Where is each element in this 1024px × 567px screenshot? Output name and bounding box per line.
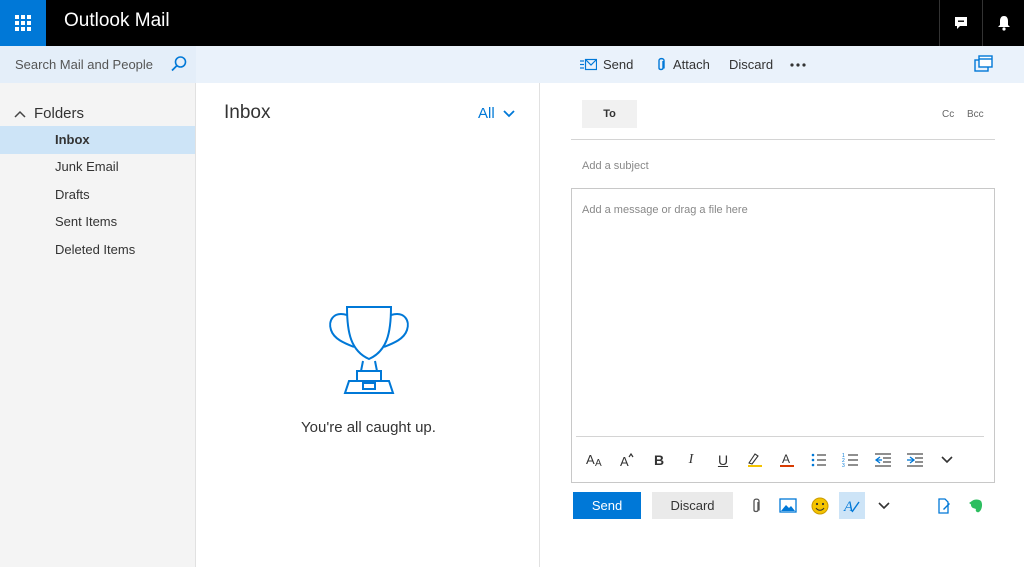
folder-junk-email[interactable]: Junk Email xyxy=(0,153,195,181)
more-formatting-button[interactable] xyxy=(936,449,958,471)
svg-text:A: A xyxy=(595,458,602,468)
bold-icon[interactable]: B xyxy=(648,449,670,471)
bell-icon xyxy=(998,16,1010,31)
evernote-icon xyxy=(969,499,983,512)
app-launcher-icon xyxy=(15,15,31,31)
emoji-icon xyxy=(811,497,829,514)
filter-dropdown[interactable]: All xyxy=(478,105,515,122)
folders-label: Folders xyxy=(34,105,85,122)
discard-command-label: Discard xyxy=(729,57,774,72)
chevron-down-icon xyxy=(503,109,515,117)
divider xyxy=(576,436,984,437)
divider xyxy=(571,139,995,140)
search-box[interactable]: Search Mail and People xyxy=(0,46,196,83)
app-launcher-button[interactable] xyxy=(0,0,46,46)
attach-command[interactable]: Attach xyxy=(655,46,710,83)
popout-icon[interactable] xyxy=(974,55,994,73)
attach-command-label: Attach xyxy=(673,57,710,72)
bcc-button[interactable]: Bcc xyxy=(967,109,984,120)
chat-button[interactable] xyxy=(939,0,982,46)
command-bar: Send Attach Discard xyxy=(196,46,1024,83)
document-edit-icon xyxy=(938,497,950,514)
grow-font-icon[interactable]: A xyxy=(616,449,638,471)
insert-emoji-button[interactable] xyxy=(807,492,833,519)
message-body-container: AA A B I U A 123 xyxy=(571,188,995,483)
more-commands-button[interactable] xyxy=(790,46,812,83)
send-button[interactable]: Send xyxy=(573,492,641,519)
compose-pane: To Cc Bcc AA A B I U A 123 xyxy=(541,83,1024,567)
subject-input[interactable] xyxy=(571,149,995,183)
italic-icon[interactable]: I xyxy=(680,449,702,471)
numbering-icon[interactable]: 123 xyxy=(840,449,862,471)
top-bar: Outlook Mail xyxy=(0,0,1024,46)
svg-text:A: A xyxy=(586,452,595,467)
decrease-indent-icon[interactable] xyxy=(872,449,894,471)
to-button[interactable]: To xyxy=(582,100,637,128)
chevron-down-icon xyxy=(941,456,953,464)
message-body-input[interactable] xyxy=(572,189,994,435)
chevron-up-icon xyxy=(14,110,26,118)
increase-indent-icon[interactable] xyxy=(904,449,926,471)
search-input[interactable]: Search Mail and People xyxy=(15,57,153,72)
filter-label: All xyxy=(478,105,495,122)
evernote-button[interactable] xyxy=(963,492,989,519)
chevron-down-icon xyxy=(878,501,890,509)
font-size-icon[interactable]: AA xyxy=(584,449,606,471)
bullets-icon[interactable] xyxy=(808,449,830,471)
folder-deleted-items[interactable]: Deleted Items xyxy=(0,236,195,264)
more-options-button[interactable] xyxy=(871,492,897,519)
folder-sent-items[interactable]: Sent Items xyxy=(0,208,195,236)
discard-command[interactable]: Discard xyxy=(729,46,773,83)
send-command-label: Send xyxy=(603,57,634,72)
svg-text:3: 3 xyxy=(842,463,845,468)
folders-header[interactable]: Folders xyxy=(14,105,84,122)
font-color-icon[interactable]: A xyxy=(776,449,798,471)
send-icon xyxy=(580,58,597,71)
list-title: Inbox xyxy=(224,102,271,123)
empty-state-message: You're all caught up. xyxy=(301,419,436,436)
insert-picture-button[interactable] xyxy=(775,492,801,519)
message-list: Inbox All You're all caught up. xyxy=(197,83,540,567)
more-icon xyxy=(790,62,806,67)
folder-inbox[interactable]: Inbox xyxy=(0,126,195,154)
search-icon[interactable] xyxy=(170,55,188,73)
send-command[interactable]: Send xyxy=(580,46,633,83)
chat-icon xyxy=(955,17,967,29)
picture-icon xyxy=(779,498,797,513)
paperclip-icon xyxy=(658,57,665,70)
app-title: Outlook Mail xyxy=(64,10,170,31)
folder-drafts[interactable]: Drafts xyxy=(0,181,195,209)
notifications-button[interactable] xyxy=(982,0,1024,46)
format-pen-icon: A xyxy=(843,499,860,515)
attach-file-button[interactable] xyxy=(743,492,769,519)
paperclip-icon xyxy=(753,497,760,512)
highlight-icon[interactable] xyxy=(744,449,766,471)
svg-text:A: A xyxy=(620,454,629,468)
discard-button[interactable]: Discard xyxy=(652,492,733,519)
cc-button[interactable]: Cc xyxy=(942,109,954,120)
formatting-options-button[interactable]: A xyxy=(839,492,865,519)
folder-pane: Folders Inbox Junk Email Drafts Sent Ite… xyxy=(0,83,196,567)
add-in-button[interactable] xyxy=(931,492,957,519)
trophy-icon xyxy=(329,306,409,394)
svg-text:A: A xyxy=(782,452,790,466)
underline-icon[interactable]: U xyxy=(712,449,734,471)
svg-text:A: A xyxy=(843,499,854,515)
